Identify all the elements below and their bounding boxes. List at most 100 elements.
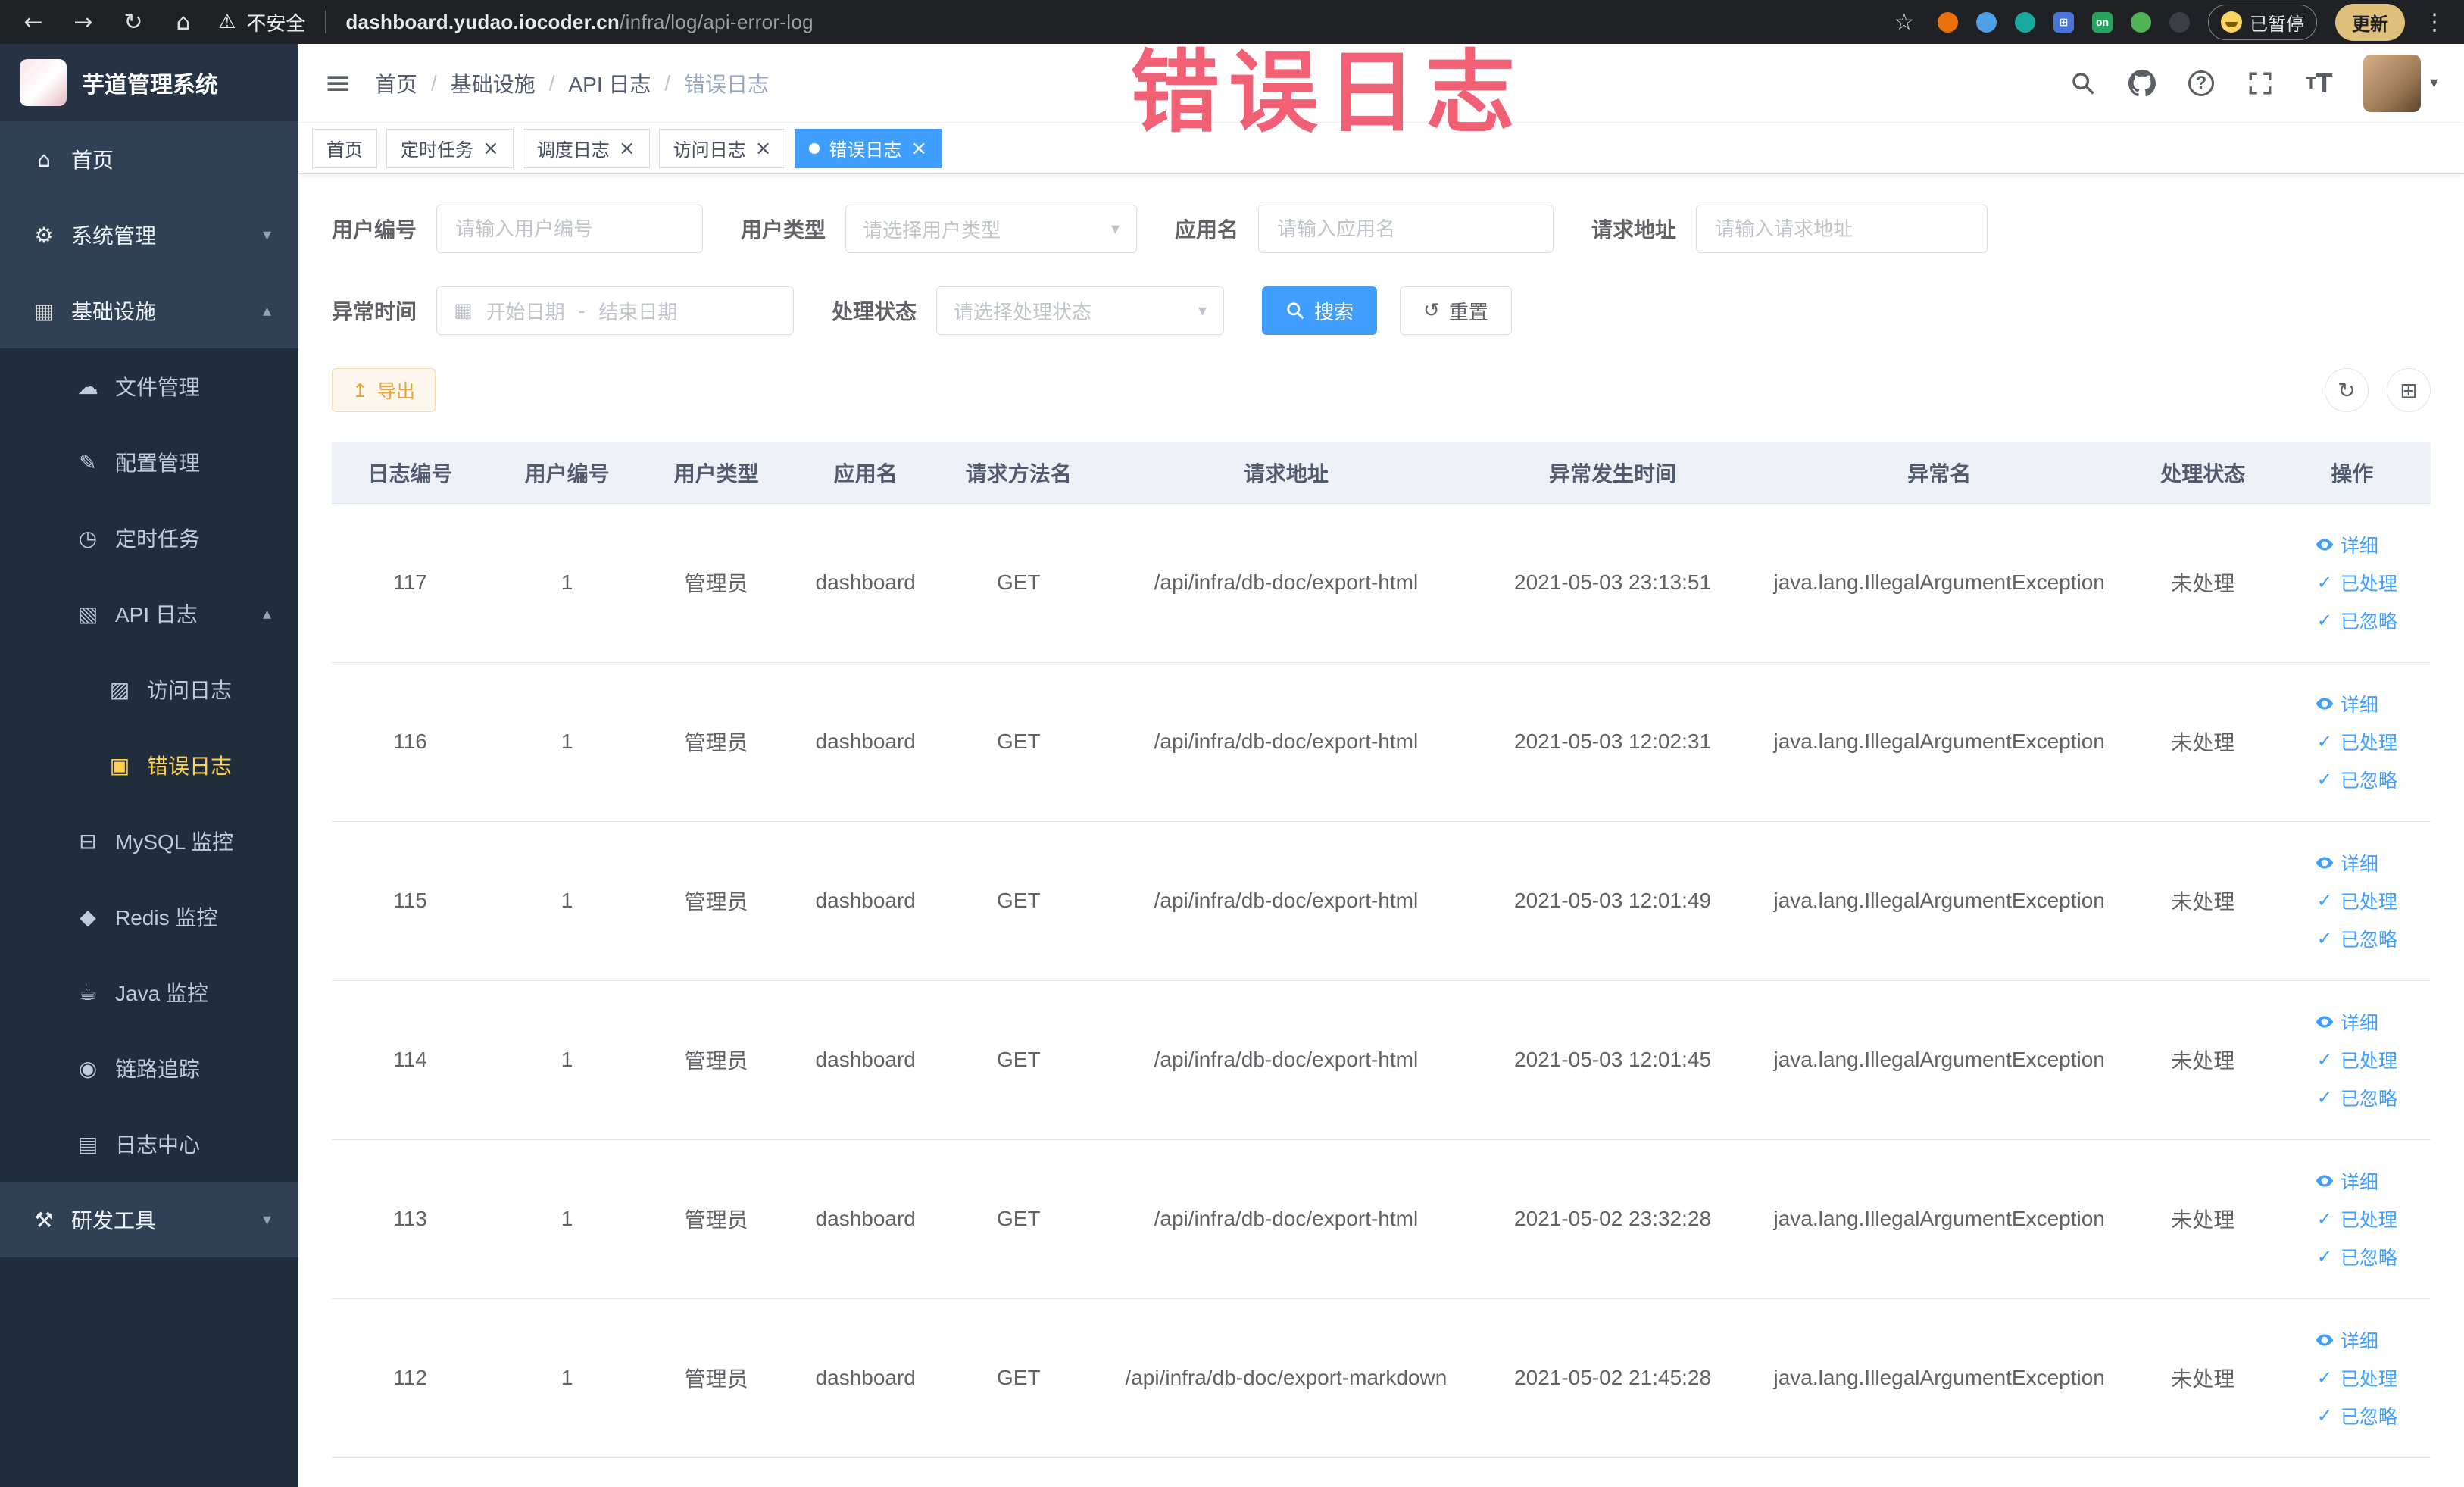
sidebar-item-api-log[interactable]: ▧ API 日志 ▴ [0,576,298,651]
top-navbar: ≡ 首页 / 基础设施 / API 日志 / 错误日志 ? T T ▾ [298,44,2464,123]
sidebar-item-system[interactable]: ⚙ 系统管理 ▾ [0,197,298,273]
orange-extension-icon[interactable] [1938,11,1958,33]
close-icon[interactable]: × [619,139,636,158]
ignored-link[interactable]: ✓ 已忽略 [2315,1243,2397,1270]
tab-home[interactable]: 首页 [312,128,377,168]
home-icon[interactable]: ⌂ [168,9,198,36]
tab-error-log[interactable]: 错误日志 × [795,128,942,168]
security-label: 不安全 [246,11,306,35]
cell-exception: java.lang.IllegalArgumentException [1746,1298,2132,1458]
processed-link[interactable]: ✓ 已处理 [2315,1046,2397,1073]
divider [325,11,326,33]
fullscreen-icon[interactable] [2245,68,2275,98]
sidebar-item-trace[interactable]: ◉ 链路追踪 [0,1030,298,1106]
hamburger-icon[interactable]: ≡ [324,64,352,102]
warning-icon: ⚠ [218,11,236,33]
refresh-button[interactable]: ↻ [2325,368,2369,412]
cell-url: /api/infra/db-doc/export-markdown [1093,1298,1479,1458]
cell-user-type: 管理员 [645,980,788,1140]
detail-link[interactable]: 详细 [2315,1008,2378,1036]
ignored-link[interactable]: ✓ 已忽略 [2315,925,2397,952]
close-icon[interactable]: × [910,139,927,158]
pin-extension-icon[interactable] [2169,11,2190,33]
sidebar-item-config-manage[interactable]: ✎ 配置管理 [0,424,298,500]
close-icon[interactable]: × [482,139,499,158]
detail-link[interactable]: 详细 [2315,531,2378,558]
ignored-link[interactable]: ✓ 已忽略 [2315,1084,2397,1111]
cell-exception: java.lang.IllegalArgumentException [1746,1139,2132,1299]
sidebar-item-access-log[interactable]: ▨ 访问日志 [0,651,298,727]
paused-badge[interactable]: 已暂停 [2208,4,2317,40]
process-status-label: 处理状态 [832,300,917,323]
teal-extension-icon[interactable] [2015,11,2035,33]
ignored-link[interactable]: ✓ 已忽略 [2315,607,2397,634]
detail-link[interactable]: 详细 [2315,849,2378,876]
security-indicator[interactable]: ⚠ 不安全 [218,8,305,36]
processed-link[interactable]: ✓ 已处理 [2315,1364,2397,1392]
leaf-extension-icon[interactable] [2131,11,2151,33]
reload-icon[interactable]: ↻ [118,9,148,36]
sidebar-item-file-manage[interactable]: ☁ 文件管理 [0,348,298,424]
cell-status: 未处理 [2131,503,2274,663]
detail-link[interactable]: 详细 [2315,1326,2378,1354]
search-button[interactable]: 搜索 [1262,286,1378,335]
cell-log-id: 112 [332,1298,489,1458]
reset-button[interactable]: ↺ 重置 [1400,286,1512,335]
sidebar-item-home[interactable]: ⌂ 首页 [0,121,298,197]
processed-link[interactable]: ✓ 已处理 [2315,569,2397,596]
back-icon[interactable]: ← [18,9,48,36]
detail-link[interactable]: 详细 [2315,1167,2378,1195]
app-name-input[interactable] [1258,205,1554,253]
col-exception-name: 异常名 [1746,442,2132,504]
close-icon[interactable]: × [755,139,772,158]
processed-link[interactable]: ✓ 已处理 [2315,728,2397,755]
sidebar-item-java-monitor[interactable]: ☕ Java 监控 [0,954,298,1030]
sidebar-item-infra[interactable]: ▦ 基础设施 ▴ [0,273,298,348]
process-status-select[interactable]: 请选择处理状态 ▾ [936,286,1225,335]
browser-update-button[interactable]: 更新 [2335,3,2405,41]
ignored-link[interactable]: ✓ 已忽略 [2315,766,2397,793]
exception-time-range-picker[interactable]: ▦ 开始日期 - 结束日期 [436,286,795,335]
sidebar-item-redis-monitor[interactable]: ◆ Redis 监控 [0,879,298,954]
breadcrumb-api-log[interactable]: API 日志 [568,68,651,98]
on-badge-extension-icon[interactable]: on [2092,11,2113,33]
table-row: 113 1 管理员 dashboard GET /api/infra/db-do… [332,1139,2431,1299]
user-avatar-menu[interactable]: ▾ [2363,54,2438,112]
processed-link[interactable]: ✓ 已处理 [2315,1205,2397,1232]
cell-user-id: 1 [489,662,646,822]
grid-extension-icon[interactable]: ⊞ [2053,11,2074,33]
bookmark-star-icon[interactable]: ☆ [1889,9,1919,36]
blue-drop-extension-icon[interactable] [1976,11,1997,33]
tab-scheduled-tasks[interactable]: 定时任务 × [386,128,514,168]
reset-icon: ↺ [1423,299,1440,322]
user-id-input[interactable] [436,205,704,253]
address-bar[interactable]: dashboard.yudao.iocoder.cn/infra/log/api… [345,11,814,34]
sidebar-item-error-log[interactable]: ▣ 错误日志 [0,727,298,803]
gear-icon: ⚙ [34,222,54,248]
detail-link[interactable]: 详细 [2315,690,2378,717]
tab-schedule-log[interactable]: 调度日志 × [522,128,650,168]
breadcrumb-home[interactable]: 首页 [375,68,417,98]
help-icon[interactable]: ? [2186,68,2216,98]
column-settings-button[interactable]: ⊞ [2387,368,2431,412]
breadcrumb-infra[interactable]: 基础设施 [451,68,536,98]
sidebar-item-dev-tools[interactable]: ⚒ 研发工具 ▾ [0,1182,298,1257]
sidebar-item-mysql-monitor[interactable]: ⊟ MySQL 监控 [0,803,298,879]
github-icon[interactable] [2127,68,2157,98]
tab-access-log[interactable]: 访问日志 × [658,128,786,168]
avatar [2363,54,2421,112]
chevron-down-icon: ▾ [262,1210,271,1229]
sidebar-item-scheduled-tasks[interactable]: ◷ 定时任务 [0,500,298,576]
font-size-icon[interactable]: TT [2304,67,2334,98]
forward-icon[interactable]: → [68,9,98,36]
sidebar-item-log-center[interactable]: ▤ 日志中心 [0,1106,298,1182]
request-url-input[interactable] [1696,205,1988,253]
user-type-select[interactable]: 请选择用户类型 ▾ [845,205,1138,253]
browser-menu-icon[interactable]: ⋮ [2423,9,2446,36]
processed-link[interactable]: ✓ 已处理 [2315,887,2397,914]
export-button[interactable]: ↥ 导出 [332,368,436,412]
search-icon[interactable] [2068,68,2098,98]
app-logo[interactable]: 芋道管理系统 [0,44,298,121]
ignored-link[interactable]: ✓ 已忽略 [2315,1402,2397,1429]
breadcrumb: 首页 / 基础设施 / API 日志 / 错误日志 [375,68,769,98]
